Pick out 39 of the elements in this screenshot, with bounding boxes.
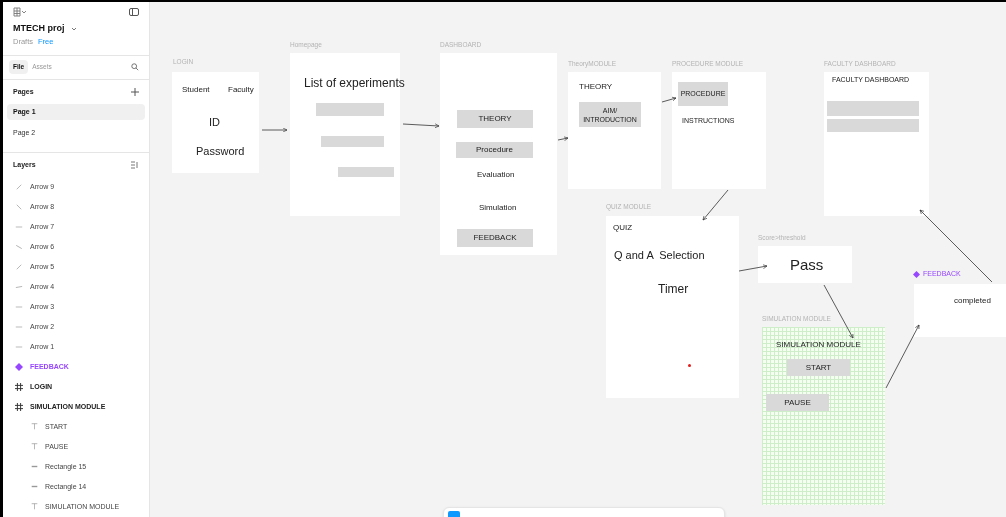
text-icon <box>31 443 38 451</box>
placeholder-block: THEORY <box>457 110 533 128</box>
project-name[interactable]: MTECH proj <box>13 22 65 36</box>
line-icon <box>15 182 23 191</box>
frame-text: Simulation <box>479 202 517 214</box>
frame-text: ID <box>209 115 220 130</box>
component-icon <box>15 362 23 371</box>
frame-text: completed <box>954 295 991 307</box>
frame-text: THEORY <box>579 81 613 93</box>
frame-text: Faculty <box>228 84 254 96</box>
frame-text: QUIZ <box>613 222 633 234</box>
chevron-down-icon[interactable] <box>70 26 77 31</box>
frame-icon <box>15 382 23 391</box>
placeholder-block: FEEDBACK <box>457 229 533 247</box>
placeholder-block: Procedure <box>456 142 533 158</box>
line-icon <box>15 202 23 211</box>
add-icon[interactable] <box>131 87 139 96</box>
frame-text: Pass <box>790 255 824 275</box>
frame-text: Timer <box>658 281 689 298</box>
panel-toggle-icon[interactable] <box>129 8 139 16</box>
placeholder-block <box>321 136 384 147</box>
component-icon <box>913 270 920 278</box>
app-logo-icon[interactable] <box>13 7 27 17</box>
placeholder-block <box>316 103 384 116</box>
frame-text: Password <box>196 144 245 159</box>
text-icon <box>31 503 38 511</box>
search-icon[interactable] <box>131 63 139 72</box>
line-icon <box>15 262 23 271</box>
frame-icon <box>15 402 23 411</box>
frame-text: Q and A Selection <box>614 248 705 263</box>
frame-text: Student <box>182 84 210 96</box>
text-icon <box>31 423 38 431</box>
placeholder-block <box>338 167 394 177</box>
placeholder-block: PAUSE <box>766 394 829 411</box>
frame-text: SIMULATION MODULE <box>776 339 861 351</box>
placeholder-block: START <box>787 359 850 376</box>
frame-text: List of experiments <box>304 75 405 92</box>
line-icon <box>15 242 23 251</box>
frame-text: Evaluation <box>477 169 515 181</box>
